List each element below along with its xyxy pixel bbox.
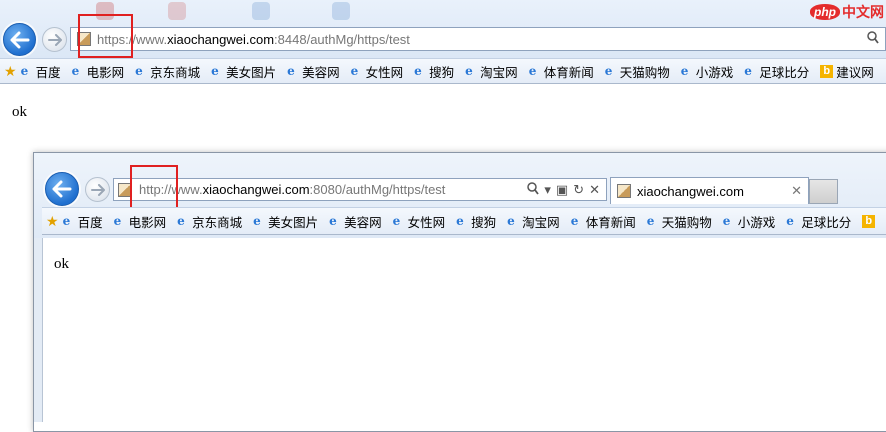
ie-page-icon: e (392, 213, 401, 228)
inner-forward-button[interactable] (85, 177, 110, 202)
outer-page-text: ok (12, 104, 27, 120)
ie-page-icon: e (71, 63, 80, 78)
inner-tab[interactable]: xiaochangwei.com ✕ (610, 177, 809, 204)
favorites-bar: ★ e 百度 e 电影网 e 京东商城 e 美女图片 e 美容网 e 女性网 e 搜狗 e 淘宝… (0, 58, 886, 84)
fav-item[interactable]: e 美女图片 (253, 212, 318, 231)
ie-page-icon: e (604, 63, 613, 78)
ie-page-icon: e (465, 63, 473, 78)
https-highlight-box (78, 14, 133, 58)
ie-page-icon: e (253, 213, 261, 228)
inner-address-bar[interactable]: http://www.xiaochangwei.com:8080/authMg/… (113, 178, 607, 201)
inner-back-button[interactable] (45, 172, 79, 206)
fav-item[interactable]: e 电影网 (72, 62, 125, 81)
watermark-text: 中文网 (842, 5, 884, 21)
fav-item[interactable]: e 小游戏 (723, 212, 776, 231)
ie-page-icon: e (287, 63, 295, 78)
bing-icon: b (820, 64, 834, 78)
faded-app-icon (332, 2, 350, 20)
ie-page-icon: e (62, 213, 71, 228)
ie-page-icon: e (20, 63, 29, 78)
ie-page-icon: e (680, 63, 689, 78)
fav-item[interactable]: e 体育新闻 (571, 212, 636, 231)
forward-arrow-icon (47, 33, 62, 46)
fav-item[interactable]: e 京东商城 (177, 212, 242, 231)
back-arrow-icon (10, 31, 29, 48)
fav-item[interactable]: e 天猫购物 (647, 212, 712, 231)
ie-page-icon: e (113, 213, 122, 228)
fav-item[interactable]: e 搜狗 (414, 62, 454, 81)
fav-item[interactable]: e 体育新闻 (529, 62, 594, 81)
refresh-icon[interactable]: ↻ (573, 182, 584, 198)
ie-page-icon: e (177, 213, 185, 228)
ie-page-icon: e (211, 63, 219, 78)
fav-item[interactable]: e 小游戏 (681, 62, 734, 81)
ie-page-icon: e (507, 213, 515, 228)
ie-page-icon: e (570, 213, 579, 228)
search-icon[interactable] (867, 31, 879, 47)
faded-app-icon (168, 2, 186, 20)
bing-icon[interactable]: b (862, 214, 876, 228)
favorites-star-icon[interactable]: ★ (4, 63, 17, 80)
fav-item[interactable]: b 建议网 (820, 62, 874, 81)
new-tab-button[interactable] (809, 179, 838, 204)
favorites-star-icon[interactable]: ★ (46, 213, 59, 230)
inner-address-url[interactable]: http://www.xiaochangwei.com:8080/authMg/… (139, 182, 445, 197)
ie-page-icon: e (456, 213, 464, 228)
fav-item[interactable]: e 百度 (63, 212, 103, 231)
ie-page-icon: e (722, 213, 731, 228)
fav-item[interactable]: e 电影网 (114, 212, 167, 231)
ie-page-icon: e (414, 63, 422, 78)
php-logo: php (810, 4, 840, 20)
inner-page-text: ok (54, 256, 69, 272)
fav-item[interactable]: e 百度 (21, 62, 61, 81)
fav-item[interactable]: e 美容网 (329, 212, 382, 231)
compat-view-icon[interactable]: ▣ (556, 182, 568, 198)
ie-page-icon: e (350, 63, 359, 78)
fav-item[interactable]: e 天猫购物 (605, 62, 670, 81)
ie-page-icon: e (646, 213, 655, 228)
address-bar[interactable]: https://www.xiaochangwei.com:8448/authMg… (70, 27, 886, 51)
ie-page-icon: e (135, 63, 143, 78)
fav-item[interactable]: e 淘宝网 (507, 212, 560, 231)
faded-app-icon (252, 2, 270, 20)
tab-title: xiaochangwei.com (637, 183, 744, 199)
ie-page-icon: e (528, 63, 537, 78)
back-arrow-icon (52, 180, 72, 198)
fav-item[interactable]: e 女性网 (351, 62, 404, 81)
fav-item[interactable]: e 淘宝网 (465, 62, 518, 81)
address-url[interactable]: https://www.xiaochangwei.com:8448/authMg… (97, 32, 410, 47)
stop-icon[interactable]: ✕ (589, 182, 600, 198)
forward-button[interactable] (42, 27, 67, 52)
dropdown-icon[interactable]: ▾ (544, 182, 551, 198)
inner-favorites-bar: ★ e 百度 e 电影网 e 京东商城 e 美女图片 e 美容网 e 女性网 e 搜狗 e 淘宝… (42, 207, 886, 235)
forward-arrow-icon (90, 183, 105, 196)
fav-item[interactable]: e 女性网 (393, 212, 446, 231)
ie-page-icon: e (329, 213, 337, 228)
search-icon[interactable] (527, 181, 540, 198)
fav-item[interactable]: e 足球比分 (744, 62, 809, 81)
inner-window-edge (34, 238, 43, 422)
tab-favicon-icon (617, 184, 631, 198)
back-button[interactable] (3, 23, 36, 56)
fav-item[interactable]: e 足球比分 (786, 212, 851, 231)
tab-close-icon[interactable]: ✕ (791, 183, 802, 199)
ie-page-icon: e (786, 213, 794, 228)
fav-item[interactable]: e 美女图片 (211, 62, 276, 81)
fav-item[interactable]: e 美容网 (287, 62, 340, 81)
fav-item[interactable]: e 京东商城 (135, 62, 200, 81)
fav-item[interactable]: e 搜狗 (456, 212, 496, 231)
ie-page-icon: e (744, 63, 752, 78)
php-watermark: php 中文网 (810, 2, 884, 22)
